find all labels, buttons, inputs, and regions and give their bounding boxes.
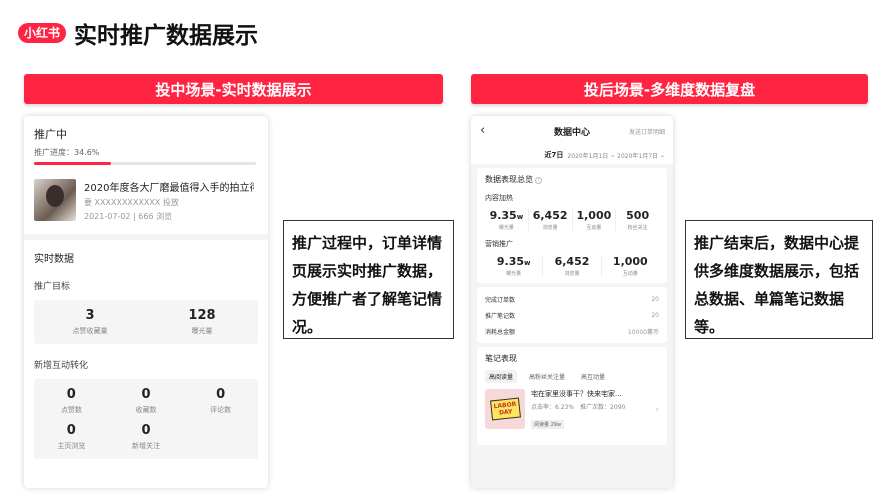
content-label: 内容加热: [485, 194, 513, 202]
phone-screen-order-detail: 推广中 推广进度：34.6% 2020年度各大厂磨最值得入手的拍立得... 要 …: [24, 116, 268, 488]
back-arrow-icon[interactable]: ‹: [480, 123, 485, 138]
nav-title: 数据中心: [553, 127, 590, 138]
stat-item: 6,452 浏览量: [543, 255, 602, 277]
stat-item: 0 主页浏览: [57, 423, 86, 450]
note-item[interactable]: LABOR DAY 宅在家里没事干？快来宅家... 点击率：6.23% 推广次数…: [485, 389, 659, 430]
marketing-stats: 9.35w 曝光量 6,452 浏览量 1,000 互动量: [485, 255, 659, 277]
callout-in-campaign: 推广过程中，订单详情页展示实时推广数据，方便推广者了解笔记情况。: [283, 220, 454, 339]
banner-post-campaign: 投后场景-多维度数据复盘: [471, 74, 868, 104]
note-tabs: 高阅读量 高粉丝关注量 高互动量: [485, 370, 659, 383]
stat-item: 0 点赞数: [60, 387, 82, 414]
realtime-title: 实时数据: [34, 254, 74, 265]
goal-title: 推广目标: [34, 282, 71, 292]
date-range-label: 近7日: [544, 151, 564, 159]
tab-high-interactions[interactable]: 高互动量: [577, 370, 609, 383]
tab-high-reads[interactable]: 高阅读量: [485, 370, 518, 383]
overview-card: 数据表现总览 i 内容加热 9.35w 曝光量 6,452 浏览量 1,000 互…: [477, 168, 667, 283]
chevron-right-icon: ›: [655, 404, 659, 415]
progress-fill: [34, 162, 111, 165]
stat-item: 9.35w 曝光量: [485, 209, 529, 231]
date-range: 2020年1月1日 ~ 2020年1月7日: [567, 152, 659, 160]
interaction-stats: 0 点赞数 0 收藏数 0 评论数 0 主页浏览 0 新增关注: [34, 379, 258, 459]
progress-label: 推广进度：34.6%: [34, 148, 100, 157]
read-count-badge: 阅读量 29w: [531, 420, 565, 429]
banner-in-campaign: 投中场景-实时数据展示: [24, 74, 443, 104]
note-title: 宅在家里没事干？快来宅家...: [531, 390, 622, 398]
promotion-status: 推广中: [34, 128, 67, 141]
promotion-status-card: 推广中 推广进度：34.6% 2020年度各大厂磨最值得入手的拍立得... 要 …: [24, 116, 268, 234]
stat-item: 6,452 浏览量: [529, 209, 573, 231]
stat-item: 0 评论数: [210, 387, 232, 414]
callout-post-campaign: 推广结束后，数据中心提供多维度数据展示，包括总数据、单篇笔记数据等。: [685, 220, 873, 339]
list-item: 消耗总金额 10000薯币: [485, 328, 659, 336]
note-thumbnail: LABOR DAY: [485, 389, 525, 429]
tab-high-follows[interactable]: 高粉丝关注量: [525, 370, 569, 383]
overview-title: 数据表现总览: [485, 175, 533, 184]
note-title: 2020年度各大厂磨最值得入手的拍立得...: [84, 183, 254, 194]
realtime-data-card: 实时数据 推广目标 3 点赞收藏量 128 曝光量 新增互动转化 0 点赞数 0…: [24, 240, 268, 488]
note-performance-card: 笔记表现 高阅读量 高粉丝关注量 高互动量 LABOR DAY 宅在家里没事干？…: [477, 347, 667, 445]
stat-item: 0 收藏数: [135, 387, 157, 414]
goal-stats: 3 点赞收藏量 128 曝光量: [34, 300, 258, 344]
list-item: 推广笔记数 20: [485, 311, 659, 320]
date-range-selector[interactable]: 近7日 2020年1月1日 ~ 2020年1月7日 ⌄: [471, 146, 673, 164]
stat-item: 9.35w 曝光量: [485, 255, 544, 277]
list-item: 完成订单数 20: [485, 295, 659, 304]
notes-title: 笔记表现: [485, 354, 517, 363]
interaction-title: 新增互动转化: [34, 361, 89, 371]
xiaohongshu-logo: 小红书: [18, 23, 67, 43]
info-icon[interactable]: i: [535, 177, 542, 184]
stat-item: 1,000 互动量: [612, 255, 648, 277]
page-title: 实时推广数据展示: [74, 23, 259, 49]
page-header: 小红书 实时推广数据展示: [18, 16, 258, 50]
chevron-down-icon: ⌄: [658, 151, 665, 159]
note-meta: 点击率：6.23% 推广次数：2090: [531, 404, 626, 411]
note-thumbnail: [34, 179, 76, 221]
nav-bar: ‹ 数据中心 发送订单明细: [471, 116, 673, 146]
note-item[interactable]: 2020年度各大厂磨最值得入手的拍立得... 要 XXXXXXXXXXXX 投放…: [34, 179, 258, 222]
send-order-details-link[interactable]: 发送订单明细: [629, 127, 665, 136]
marketing-label: 营销推广: [485, 240, 513, 248]
note-meta: 2021-07-02 | 666 浏览: [84, 212, 173, 221]
stat-item: 1,000 互动量: [573, 209, 617, 231]
stat-item: 128 曝光量: [188, 308, 216, 335]
stat-item: 0 新增关注: [131, 423, 160, 450]
progress-bar: [34, 162, 256, 165]
note-author: 要 XXXXXXXXXXXX 投放: [84, 198, 179, 207]
order-summary-list: 完成订单数 20 推广笔记数 20 消耗总金额 10000薯币: [477, 287, 667, 343]
content-stats: 9.35w 曝光量 6,452 浏览量 1,000 互动量 500 粉丝关注: [485, 209, 659, 231]
stat-item: 3 点赞收藏量: [72, 308, 108, 335]
phone-screen-data-center: ‹ 数据中心 发送订单明细 近7日 2020年1月1日 ~ 2020年1月7日 …: [471, 116, 673, 488]
stat-item: 500 粉丝关注: [626, 209, 650, 231]
